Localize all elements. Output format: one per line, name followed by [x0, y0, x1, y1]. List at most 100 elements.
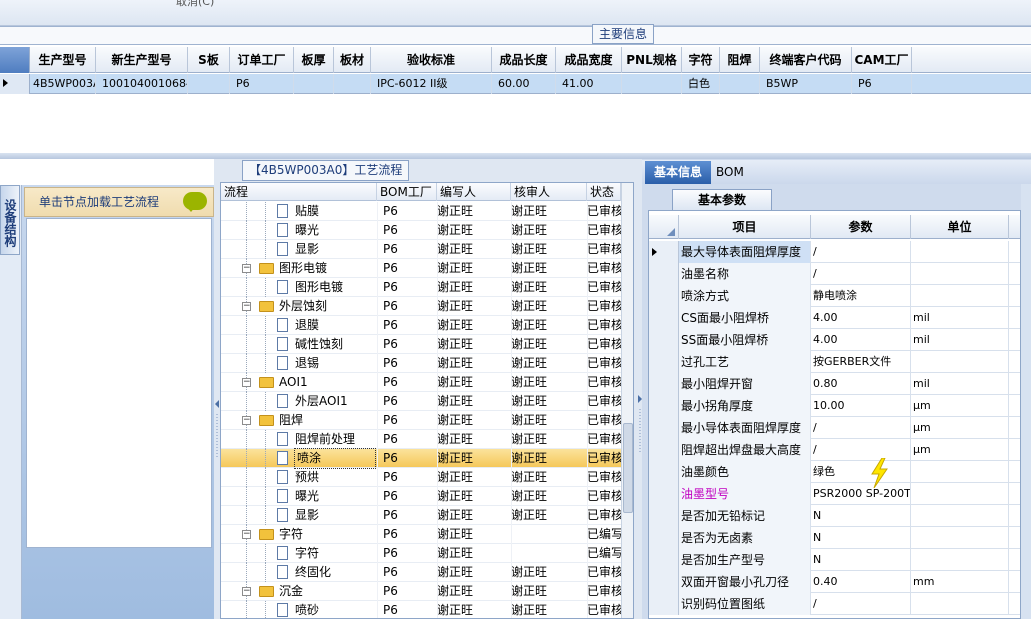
params-cell-param[interactable]: / — [811, 241, 911, 263]
params-row[interactable]: 阻焊超出焊盘最大高度 / μm — [649, 439, 1020, 461]
tab-bom[interactable]: BOM — [716, 161, 756, 184]
main-grid-cell[interactable]: B5WP — [760, 74, 852, 94]
tree-row[interactable]: 显影 P6 谢正旺 谢正旺 已审核 — [221, 506, 621, 525]
tree-row[interactable]: 曝光 P6 谢正旺 谢正旺 已审核 — [221, 487, 621, 506]
collapse-toggle-icon[interactable]: − — [242, 302, 251, 311]
tree-row[interactable]: − 外层蚀刻 P6 谢正旺 谢正旺 已审核 — [221, 297, 621, 316]
main-grid-cell[interactable]: 4B5WP003A0 — [30, 74, 96, 94]
main-grid-cell[interactable]: 10010400106844 — [96, 74, 188, 94]
params-col-header[interactable]: 单位 — [911, 215, 1009, 239]
params-cell-unit[interactable]: mil — [911, 373, 1009, 395]
params-row[interactable]: 油墨型号 PSR2000 SP-200T — [649, 483, 1020, 505]
subtab-basic-params[interactable]: 基本参数 — [672, 189, 772, 210]
main-grid-col-header[interactable]: 终端客户代码 — [760, 47, 852, 73]
tree-row[interactable]: − 阻焊 P6 谢正旺 谢正旺 已审核 — [221, 411, 621, 430]
params-cell-param[interactable]: 10.00 — [811, 395, 911, 417]
params-cell-unit[interactable] — [911, 461, 1009, 483]
params-cell-param[interactable]: 绿色 — [811, 461, 911, 483]
params-row[interactable]: 最小拐角厚度 10.00 μm — [649, 395, 1020, 417]
tree-col-header[interactable]: 流程 — [221, 183, 377, 201]
tree-row[interactable]: 阻焊前处理 P6 谢正旺 谢正旺 已审核 — [221, 430, 621, 449]
tree-row[interactable]: 终固化 P6 谢正旺 谢正旺 已审核 — [221, 563, 621, 582]
params-cell-unit[interactable] — [911, 527, 1009, 549]
tree-col-header[interactable]: 编写人 — [437, 183, 511, 201]
main-grid-col-header[interactable]: CAM工厂 — [852, 47, 912, 73]
params-cell-unit[interactable] — [911, 285, 1009, 307]
params-cell-unit[interactable]: mm — [911, 571, 1009, 593]
main-grid-col-header[interactable]: 板材 — [334, 47, 371, 73]
params-cell-unit[interactable]: μm — [911, 395, 1009, 417]
params-row[interactable]: 双面开窗最小孔刀径 0.40 mm — [649, 571, 1020, 593]
main-grid-col-header[interactable]: 字符 — [682, 47, 720, 73]
params-row[interactable]: SS面最小阻焊桥 4.00 mil — [649, 329, 1020, 351]
collapse-toggle-icon[interactable]: − — [242, 264, 251, 273]
main-grid-col-header[interactable]: 生产型号 — [30, 47, 96, 73]
collapse-toggle-icon[interactable]: − — [242, 587, 251, 596]
tree-scrollbar[interactable] — [621, 183, 633, 618]
params-row[interactable]: 喷涂方式 静电喷涂 — [649, 285, 1020, 307]
params-cell-param[interactable]: 4.00 — [811, 329, 911, 351]
params-cell-param[interactable]: / — [811, 417, 911, 439]
tree-row[interactable]: 贴膜 P6 谢正旺 谢正旺 已审核 — [221, 202, 621, 221]
tree-row[interactable]: 外层AOI1 P6 谢正旺 谢正旺 已审核 — [221, 392, 621, 411]
collapse-toggle-icon[interactable]: − — [242, 378, 251, 387]
main-grid-cell[interactable] — [188, 74, 230, 94]
params-row[interactable]: CS面最小阻焊桥 4.00 mil — [649, 307, 1020, 329]
params-row[interactable]: 油墨名称 / — [649, 263, 1020, 285]
main-grid-col-header[interactable]: 验收标准 — [371, 47, 492, 73]
cancel-button-label[interactable]: 取消(C) — [176, 0, 214, 9]
tree-row[interactable]: 显影 P6 谢正旺 谢正旺 已审核 — [221, 240, 621, 259]
main-grid-col-header[interactable]: 新生产型号 — [96, 47, 188, 73]
collapse-toggle-icon[interactable]: − — [242, 416, 251, 425]
main-grid-cell[interactable]: IPC-6012 II级 — [371, 74, 492, 94]
params-row[interactable]: 油墨颜色 绿色 — [649, 461, 1020, 483]
params-row[interactable]: 是否加生产型号 N — [649, 549, 1020, 571]
main-grid-cell[interactable]: P6 — [852, 74, 912, 94]
params-col-header[interactable]: 项目 — [679, 215, 811, 239]
params-cell-unit[interactable] — [911, 549, 1009, 571]
main-grid-col-header[interactable]: S板 — [188, 47, 230, 73]
main-grid-cell[interactable] — [294, 74, 334, 94]
main-grid-col-header[interactable]: PNL规格 — [622, 47, 682, 73]
params-row[interactable]: 最大导体表面阻焊厚度 / — [649, 241, 1020, 263]
params-cell-param[interactable]: 0.40 — [811, 571, 911, 593]
tree-row[interactable]: 喷涂 P6 谢正旺 谢正旺 已审核 — [221, 448, 621, 469]
main-grid-cell[interactable]: P6 — [230, 74, 294, 94]
main-grid-cell[interactable]: 60.00 — [492, 74, 556, 94]
params-cell-param[interactable]: N — [811, 505, 911, 527]
params-row[interactable]: 最小导体表面阻焊厚度 / μm — [649, 417, 1020, 439]
params-cell-param[interactable]: / — [811, 593, 911, 615]
main-grid-cell[interactable]: 白色 — [682, 74, 720, 94]
main-grid-cell[interactable]: 41.00 — [556, 74, 622, 94]
params-cell-param[interactable]: / — [811, 263, 911, 285]
tree-row[interactable]: 预烘 P6 谢正旺 谢正旺 已审核 — [221, 468, 621, 487]
main-grid-col-header[interactable]: 成品宽度 — [556, 47, 622, 73]
params-cell-param[interactable]: N — [811, 549, 911, 571]
params-col-header[interactable]: 参数 — [811, 215, 911, 239]
params-row[interactable]: 识别码位置图纸 / — [649, 593, 1020, 615]
params-cell-param[interactable]: / — [811, 439, 911, 461]
main-grid-corner[interactable] — [0, 47, 30, 73]
collapse-toggle-icon[interactable]: − — [242, 530, 251, 539]
params-cell-unit[interactable]: μm — [911, 417, 1009, 439]
main-grid-cell[interactable] — [720, 74, 760, 94]
tab-equipment-structure[interactable]: 设备结构 — [0, 185, 20, 255]
main-grid-col-header[interactable]: 板厚 — [294, 47, 334, 73]
params-cell-param[interactable]: 4.00 — [811, 307, 911, 329]
params-cell-unit[interactable]: mil — [911, 329, 1009, 351]
params-cell-param[interactable]: N — [811, 527, 911, 549]
main-grid-cell[interactable] — [622, 74, 682, 94]
tree-row[interactable]: 图形电镀 P6 谢正旺 谢正旺 已审核 — [221, 278, 621, 297]
main-grid-col-header[interactable]: 阻焊 — [720, 47, 760, 73]
tree-row[interactable]: 曝光 P6 谢正旺 谢正旺 已审核 — [221, 221, 621, 240]
tree-row[interactable]: 喷砂 P6 谢正旺 谢正旺 已审核 — [221, 601, 621, 618]
main-grid-col-header[interactable]: 成品长度 — [492, 47, 556, 73]
tree-col-header[interactable]: 状态 — [587, 183, 621, 201]
tab-basic-info[interactable]: 基本信息 — [645, 161, 711, 184]
params-cell-unit[interactable] — [911, 351, 1009, 373]
params-row[interactable]: 最小阻焊开窗 0.80 mil — [649, 373, 1020, 395]
main-grid-col-header[interactable]: 订单工厂 — [230, 47, 294, 73]
tree-row[interactable]: − 字符 P6 谢正旺 已编写 — [221, 525, 621, 544]
params-row[interactable]: 是否加无铅标记 N — [649, 505, 1020, 527]
tree-row[interactable]: 字符 P6 谢正旺 已编写 — [221, 544, 621, 563]
